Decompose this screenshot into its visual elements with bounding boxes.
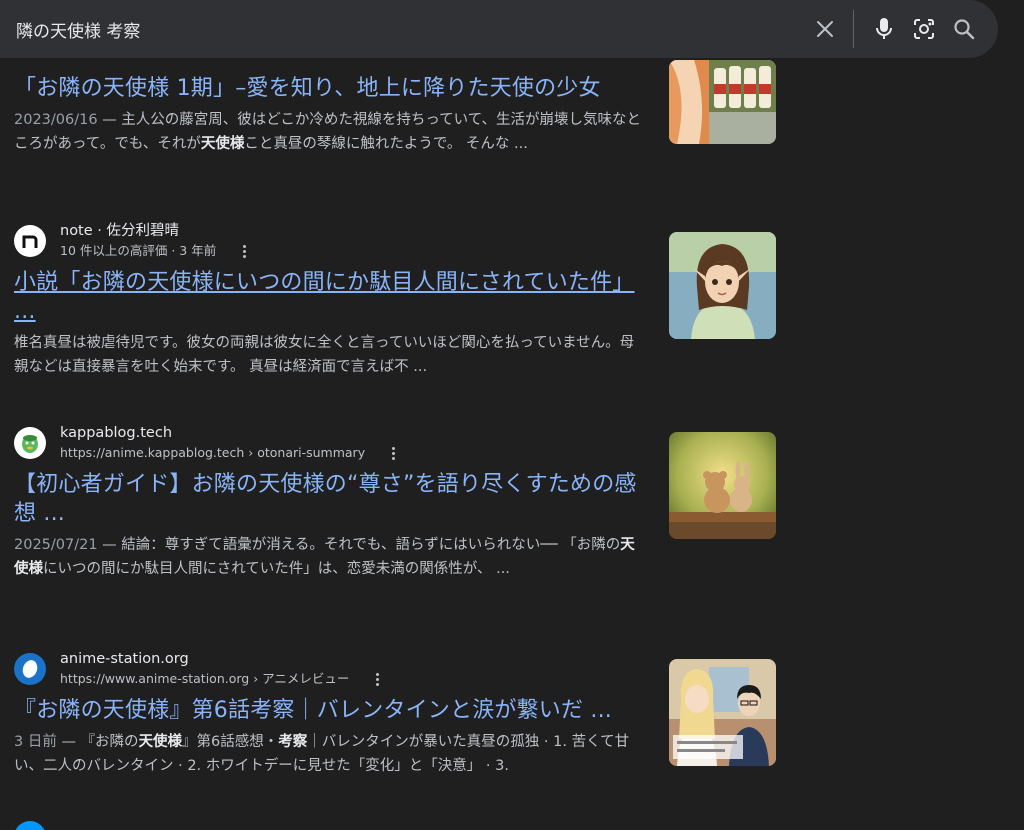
search-result: kappablog.tech https://anime.kappablog.t… xyxy=(14,422,776,581)
camera-lens-icon[interactable] xyxy=(904,9,944,49)
search-icon[interactable] xyxy=(944,9,984,49)
search-bar xyxy=(0,0,998,58)
result-date: 2023/06/16 xyxy=(14,112,98,128)
kappablog-favicon-icon xyxy=(14,427,46,459)
result-title-link[interactable]: 【初心者ガイド】お隣の天使様の“尊さ”を語り尽くすための感想 ... xyxy=(14,470,644,528)
note-favicon-icon xyxy=(14,225,46,257)
anime-station-favicon-icon xyxy=(14,653,46,685)
microphone-icon[interactable] xyxy=(864,9,904,49)
source-meta: 10 件以上の高評価 · 3 年前 xyxy=(60,243,217,258)
result-date: 2025/07/21 xyxy=(14,537,98,553)
search-result: anime-station.org https://www.anime-stat… xyxy=(14,648,776,778)
more-options-icon[interactable] xyxy=(369,670,385,688)
result-title-link[interactable]: 『お隣の天使様』第6話考察｜バレンタインと涙が繋いだ ... xyxy=(14,696,644,725)
source-url: https://anime.kappablog.tech › otonari-s… xyxy=(60,445,366,460)
pixiv-favicon-icon xyxy=(14,821,46,830)
result-thumbnail[interactable] xyxy=(669,432,776,539)
result-thumbnail[interactable] xyxy=(669,232,776,339)
result-source[interactable]: kappablog.tech https://anime.kappablog.t… xyxy=(14,422,644,464)
more-options-icon[interactable] xyxy=(385,444,401,462)
result-date: 3 日前 xyxy=(14,734,57,750)
result-snippet: 椎名真昼は被虐待児です。彼女の両親は彼女に全くと言っていいほど関心を払っていませ… xyxy=(14,335,635,375)
result-source[interactable]: anime-station.org https://www.anime-stat… xyxy=(14,648,644,690)
result-title-link[interactable]: 「お隣の天使様 1期」–愛を知り、地上に降りた天使の少女 xyxy=(14,74,644,103)
result-thumbnail[interactable] xyxy=(669,659,776,766)
result-thumbnail[interactable] xyxy=(669,60,776,144)
search-result: 「お隣の天使様 1期」–愛を知り、地上に降りた天使の少女 2023/06/16 … xyxy=(14,60,776,156)
more-options-icon[interactable] xyxy=(236,242,252,260)
source-name: anime-station.org xyxy=(60,651,189,667)
search-divider xyxy=(853,10,854,48)
close-icon[interactable] xyxy=(805,9,845,49)
result-title-link[interactable]: 小説「お隣の天使様にいつの間にか駄目人間にされていた件」 ... xyxy=(14,268,644,326)
result-source[interactable]: note · 佐分利碧晴 10 件以上の高評価 · 3 年前 xyxy=(14,220,644,262)
source-url: https://www.anime-station.org › アニメレビュー xyxy=(60,671,350,686)
search-input[interactable] xyxy=(16,19,805,39)
result-snippet: 2025/07/21 — 結論：尊すぎて語彙が消える。それでも、語らずにはいられ… xyxy=(14,537,635,577)
search-result: note · 佐分利碧晴 10 件以上の高評価 · 3 年前 小説「お隣の天使様… xyxy=(14,220,776,379)
source-name: note · 佐分利碧晴 xyxy=(60,223,179,239)
search-result: pixiv xyxy=(14,816,776,830)
result-snippet: 3 日前 — 『お隣の天使様』第6話感想・考察｜バレンタインが暴いた真昼の孤独 … xyxy=(14,734,630,774)
result-snippet: 2023/06/16 — 主人公の藤宮周、彼はどこか冷めた視線を持ちっていて、生… xyxy=(14,112,641,152)
source-name: kappablog.tech xyxy=(60,425,173,441)
result-source[interactable]: pixiv xyxy=(14,816,644,830)
